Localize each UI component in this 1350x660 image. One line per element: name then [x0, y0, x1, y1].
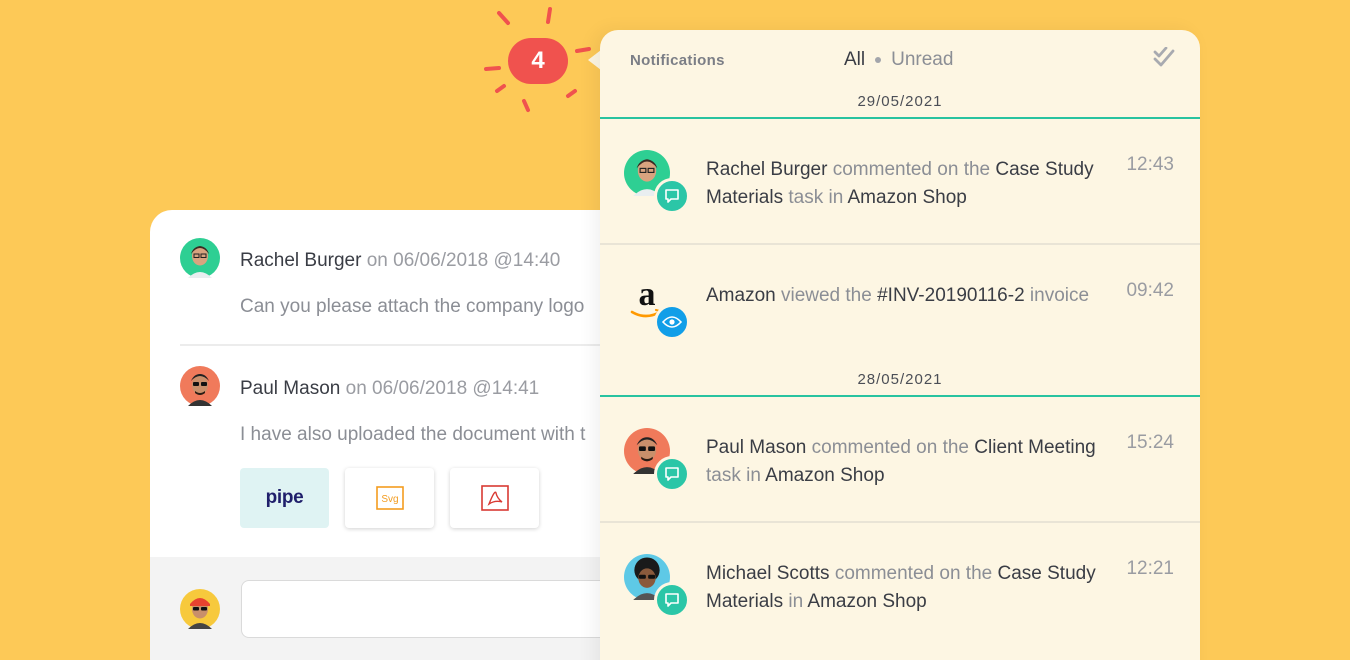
notification-verb: viewed the: [775, 285, 878, 306]
comment-icon: [665, 467, 679, 481]
avatar: [180, 238, 220, 278]
attachment-pdf[interactable]: [450, 468, 539, 528]
attachment-pipe[interactable]: pipe: [240, 468, 329, 528]
notification-text: Michael Scotts commented on the Case Stu…: [706, 560, 1116, 616]
invoice-id[interactable]: #INV-20190116-2: [877, 285, 1025, 306]
comment-body: I have also uploaded the document with t: [240, 424, 586, 445]
eye-icon: [662, 316, 682, 328]
date-divider: [600, 395, 1200, 397]
actor-name[interactable]: Michael Scotts: [706, 563, 830, 584]
pipe-logo: pipe: [265, 487, 304, 508]
avatar: [180, 366, 220, 406]
notification-item[interactable]: Michael Scotts commented on the Case Stu…: [624, 554, 1176, 644]
svg-file-icon: Svg: [375, 486, 404, 510]
attachment-svg[interactable]: Svg: [345, 468, 434, 528]
notification-verb: commented on the: [827, 159, 996, 180]
notification-text: Rachel Burger commented on the Case Stud…: [706, 156, 1116, 212]
avatar: [180, 589, 220, 629]
pdf-file-icon: [480, 485, 509, 511]
date-separator: 28/05/2021: [857, 371, 943, 388]
comment-header: Paul Mason on 06/06/2018 @14:41: [240, 378, 539, 400]
task-name[interactable]: Client Meeting: [974, 437, 1095, 458]
mark-all-read-icon[interactable]: [1152, 47, 1176, 71]
notification-item[interactable]: Rachel Burger commented on the Case Stud…: [624, 150, 1176, 240]
panel-title: Notifications: [630, 52, 725, 69]
notification-verb: commented on the: [829, 563, 998, 584]
comment-author[interactable]: Rachel Burger: [240, 250, 361, 271]
attachments: pipe Svg: [240, 468, 539, 528]
comment-body: Can you please attach the company logo: [240, 296, 585, 317]
notification-filter: All Unread: [844, 49, 953, 71]
comment-icon: [665, 593, 679, 607]
notification-avatar: [624, 554, 692, 622]
svg-text:a: a: [639, 276, 656, 313]
svg-text:Svg: Svg: [381, 494, 398, 505]
notification-connector: in: [783, 591, 808, 612]
comment-author[interactable]: Paul Mason: [240, 378, 340, 399]
filter-separator-dot: [875, 57, 882, 63]
date-divider: [600, 117, 1200, 119]
notification-divider: [600, 521, 1200, 523]
comment-input[interactable]: [241, 580, 641, 638]
actor-name[interactable]: Amazon: [706, 285, 776, 306]
notification-divider: [600, 243, 1200, 245]
project-name[interactable]: Amazon Shop: [807, 591, 926, 612]
notification-connector: task in: [783, 187, 848, 208]
notification-item[interactable]: a Amazon viewed the #INV-20190116-2 invo…: [624, 276, 1176, 366]
comment-badge: [654, 582, 690, 618]
comment-badge: [654, 178, 690, 214]
notification-text: Paul Mason commented on the Client Meeti…: [706, 434, 1116, 490]
notification-time: 12:43: [1126, 154, 1174, 175]
project-name[interactable]: Amazon Shop: [765, 465, 884, 486]
notification-avatar: [624, 428, 692, 496]
view-badge: [654, 304, 690, 340]
filter-unread-tab[interactable]: Unread: [891, 49, 953, 71]
comment-timestamp: on 06/06/2018 @14:40: [366, 250, 561, 271]
notification-text: Amazon viewed the #INV-20190116-2 invoic…: [706, 282, 1116, 310]
comment-timestamp: on 06/06/2018 @14:41: [345, 378, 540, 399]
notification-verb: commented on the: [806, 437, 975, 458]
comment-badge: [654, 456, 690, 492]
notification-avatar: [624, 150, 692, 218]
actor-name[interactable]: Paul Mason: [706, 437, 806, 458]
notification-avatar: a: [624, 276, 692, 344]
project-name[interactable]: Amazon Shop: [848, 187, 967, 208]
notifications-panel: Notifications All Unread 29/05/2021 Rach…: [600, 30, 1200, 660]
notification-time: 15:24: [1126, 432, 1174, 453]
notification-connector: task in: [706, 465, 766, 486]
comment-header: Rachel Burger on 06/06/2018 @14:40: [240, 250, 560, 272]
notification-time: 12:21: [1126, 558, 1174, 579]
actor-name[interactable]: Rachel Burger: [706, 159, 827, 180]
notification-badge-wrap: 4: [482, 6, 594, 116]
filter-all-tab[interactable]: All: [844, 49, 865, 71]
notification-count-badge[interactable]: 4: [508, 38, 568, 84]
comment-icon: [665, 189, 679, 203]
date-separator: 29/05/2021: [857, 93, 943, 110]
notification-item[interactable]: Paul Mason commented on the Client Meeti…: [624, 428, 1176, 518]
notification-time: 09:42: [1126, 280, 1174, 301]
notification-connector: invoice: [1024, 285, 1090, 306]
